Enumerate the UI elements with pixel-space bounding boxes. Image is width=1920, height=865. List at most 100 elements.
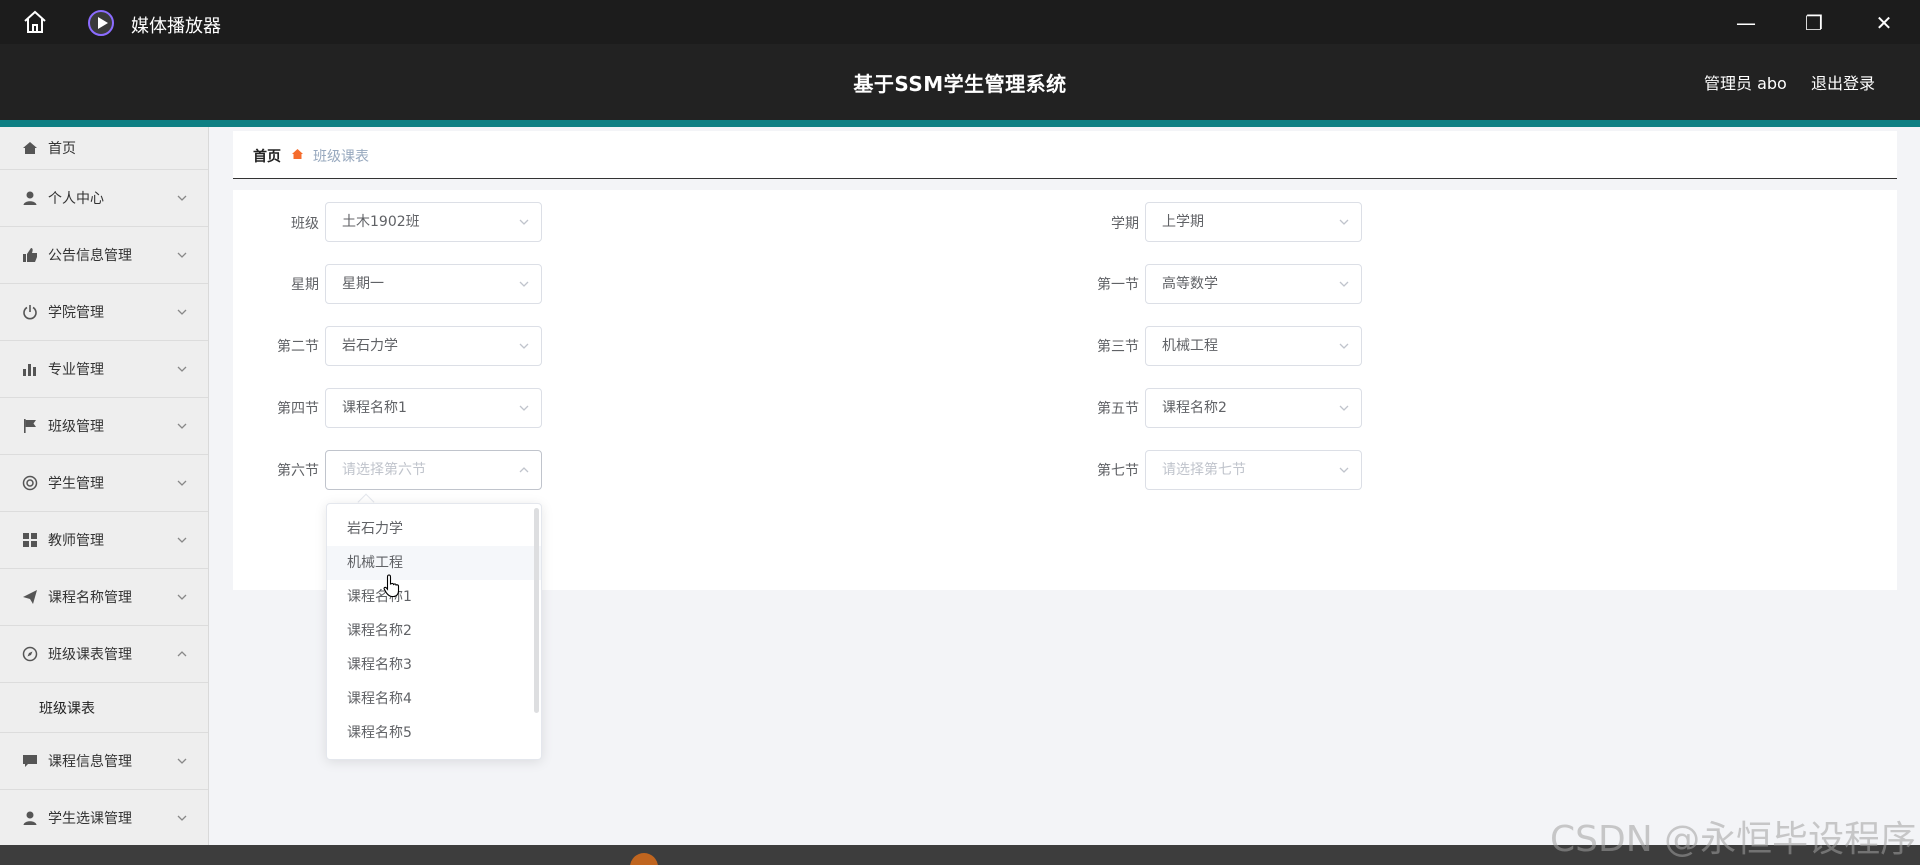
chevron-up-icon <box>519 467 529 473</box>
header-accent-line <box>0 120 1920 127</box>
period-4-select[interactable]: 课程名称1 <box>325 388 542 428</box>
period-3-label: 第三节 <box>1097 339 1139 355</box>
sidebar-item-course-selection[interactable]: 学生选课管理 <box>0 790 208 845</box>
close-button[interactable]: ✕ <box>1862 6 1906 40</box>
home-icon <box>23 142 37 154</box>
period-4-label: 第四节 <box>277 401 319 417</box>
dropdown-option[interactable]: 课程名称5 <box>327 716 541 750</box>
dropdown-option[interactable]: 课程名称6 <box>327 750 541 759</box>
app-window: 媒体播放器 — ❐ ✕ 基于SSM学生管理系统 管理员 abo 退出登录 首页 … <box>0 0 1920 865</box>
hand-cursor-icon <box>383 574 400 598</box>
sidebar-item-home[interactable]: 首页 <box>0 127 208 170</box>
media-player-logo-icon <box>88 10 114 36</box>
period-6-label: 第六节 <box>277 463 319 479</box>
period-2-label: 第二节 <box>277 339 319 355</box>
chevron-down-icon <box>1339 281 1349 287</box>
compass-icon <box>22 646 38 662</box>
chevron-down-icon <box>1339 219 1349 225</box>
user-icon <box>23 191 37 205</box>
sidebar-item-label: 课程名称管理 <box>48 590 132 606</box>
chevron-down-icon <box>1339 467 1349 473</box>
power-icon <box>23 305 37 320</box>
period-1-label: 第一节 <box>1097 277 1139 293</box>
sidebar-item-class[interactable]: 班级管理 <box>0 398 208 455</box>
period-7-select[interactable]: 请选择第七节 <box>1145 450 1362 490</box>
app-header: 基于SSM学生管理系统 管理员 abo 退出登录 <box>0 44 1920 120</box>
class-select[interactable]: 土木1902班 <box>325 202 542 242</box>
period-3-select-value: 机械工程 <box>1162 338 1218 354</box>
term-select-value: 上学期 <box>1162 214 1204 230</box>
grid-icon <box>23 533 37 547</box>
sidebar-item-student[interactable]: 学生管理 <box>0 455 208 512</box>
period-6-select[interactable]: 请选择第六节 <box>325 450 542 490</box>
sidebar-item-label: 课程信息管理 <box>48 754 132 770</box>
period-5-select-value: 课程名称2 <box>1162 400 1227 416</box>
sidebar-item-label: 教师管理 <box>48 533 104 549</box>
period-7-label: 第七节 <box>1097 463 1139 479</box>
chevron-down-icon <box>1339 343 1349 349</box>
sidebar-subitem-class-schedule[interactable]: 班级课表 <box>0 683 208 733</box>
chevron-down-icon <box>1339 405 1349 411</box>
chevron-down-icon <box>519 405 529 411</box>
window-title: 媒体播放器 <box>131 16 221 37</box>
sidebar-item-label: 公告信息管理 <box>48 248 132 264</box>
home-icon[interactable] <box>22 10 48 34</box>
chevron-down-icon <box>177 195 187 201</box>
dropdown-option[interactable]: 课程名称2 <box>327 614 541 648</box>
minimize-button[interactable]: — <box>1724 6 1768 40</box>
send-icon <box>23 590 37 604</box>
sidebar-item-college[interactable]: 学院管理 <box>0 284 208 341</box>
weekday-select[interactable]: 星期一 <box>325 264 542 304</box>
sidebar-item-label: 个人中心 <box>48 191 104 207</box>
chevron-down-icon <box>519 219 529 225</box>
weekday-select-value: 星期一 <box>342 276 384 292</box>
sidebar-item-class-schedule[interactable]: 班级课表管理 <box>0 626 208 683</box>
chevron-down-icon <box>177 815 187 821</box>
sidebar-item-label: 专业管理 <box>48 362 104 378</box>
sidebar-item-label: 学院管理 <box>48 305 104 321</box>
dropdown-option[interactable]: 机械工程 <box>327 546 541 580</box>
chevron-down-icon <box>177 366 187 372</box>
sidebar-item-label: 班级管理 <box>48 419 104 435</box>
term-label: 学期 <box>1111 216 1139 232</box>
maximize-button[interactable]: ❐ <box>1792 6 1836 40</box>
dropdown-scrollbar[interactable] <box>534 508 539 713</box>
dropdown-option[interactable]: 课程名称4 <box>327 682 541 716</box>
user-icon <box>23 811 37 825</box>
sidebar-item-major[interactable]: 专业管理 <box>0 341 208 398</box>
sidebar: 首页 个人中心 公告信息管理 学院管理 专业管理 班级管理 学生管理 教师管理 … <box>0 127 209 845</box>
sidebar-item-label: 学生选课管理 <box>48 811 132 827</box>
sidebar-item-personal-center[interactable]: 个人中心 <box>0 170 208 227</box>
sidebar-item-label: 班级课表管理 <box>48 647 132 663</box>
chevron-down-icon <box>177 537 187 543</box>
dropdown-option[interactable]: 岩石力学 <box>327 512 541 546</box>
dropdown-option[interactable]: 课程名称1 <box>327 580 541 614</box>
chevron-down-icon <box>177 758 187 764</box>
chevron-down-icon <box>177 252 187 258</box>
period-5-select[interactable]: 课程名称2 <box>1145 388 1362 428</box>
chevron-down-icon <box>177 309 187 315</box>
term-select[interactable]: 上学期 <box>1145 202 1362 242</box>
period-2-select[interactable]: 岩石力学 <box>325 326 542 366</box>
logout-button[interactable]: 退出登录 <box>1811 70 1875 94</box>
class-select-value: 土木1902班 <box>342 214 420 230</box>
class-label: 班级 <box>291 216 319 232</box>
sidebar-item-teacher[interactable]: 教师管理 <box>0 512 208 569</box>
sidebar-item-course-name[interactable]: 课程名称管理 <box>0 569 208 626</box>
taskbar-app-icon[interactable] <box>630 853 658 865</box>
period-6-dropdown: 岩石力学 机械工程 课程名称1 课程名称2 课程名称3 课程名称4 课程名称5 … <box>326 503 542 760</box>
sidebar-item-announcement[interactable]: 公告信息管理 <box>0 227 208 284</box>
breadcrumb: 首页 班级课表 <box>233 131 1897 179</box>
sidebar-item-course-info[interactable]: 课程信息管理 <box>0 733 208 790</box>
breadcrumb-current: 班级课表 <box>313 149 369 165</box>
period-2-select-value: 岩石力学 <box>342 338 398 354</box>
chat-icon <box>23 755 37 767</box>
title-bar: 媒体播放器 — ❐ ✕ <box>0 0 1920 44</box>
period-4-select-value: 课程名称1 <box>342 400 407 416</box>
breadcrumb-home-link[interactable]: 首页 <box>253 146 281 166</box>
period-1-select[interactable]: 高等数学 <box>1145 264 1362 304</box>
current-user: 管理员 abo <box>1704 74 1787 93</box>
lifebuoy-icon <box>22 475 38 491</box>
period-3-select[interactable]: 机械工程 <box>1145 326 1362 366</box>
dropdown-option[interactable]: 课程名称3 <box>327 648 541 682</box>
